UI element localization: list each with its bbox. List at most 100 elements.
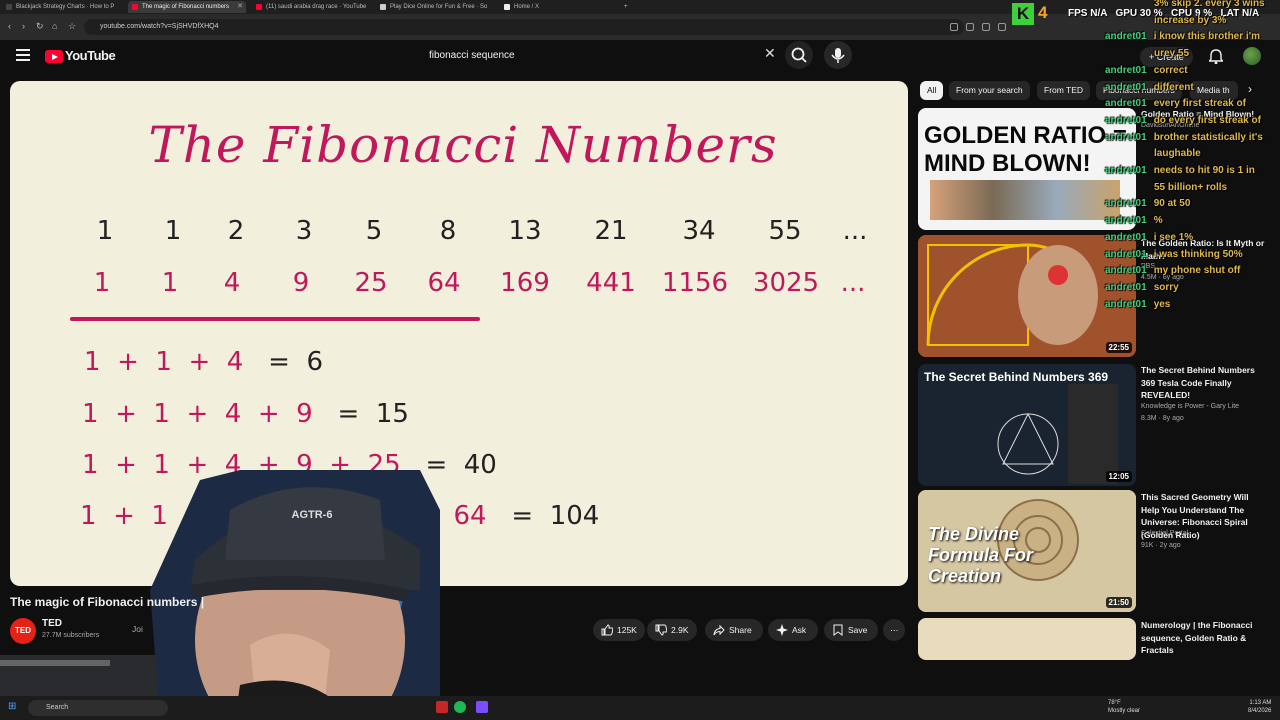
notifications-bell-icon[interactable]	[1209, 48, 1223, 64]
join-button[interactable]: Joi	[132, 624, 143, 634]
taskbar-search[interactable]: Search	[28, 700, 168, 716]
fib-number: 21	[594, 216, 628, 246]
k-number: 4	[1038, 3, 1048, 22]
weather-desc: Mostly clear	[1108, 708, 1141, 714]
forward-icon[interactable]: ›	[22, 21, 25, 31]
equals-sign: =	[243, 347, 307, 377]
related-channel-4[interactable]: Celestial Portal	[1141, 530, 1188, 537]
tab-label: The magic of Fibonacci numbers	[142, 4, 230, 10]
save-button[interactable]: Save	[824, 619, 878, 641]
youtube-header: YouTube fibonacci sequence ✕ + Create	[0, 40, 1280, 74]
voice-search-button[interactable]	[824, 41, 852, 69]
related-channel-3[interactable]: Knowledge is Power - Gary Lite	[1141, 403, 1239, 410]
related-thumbnail-4[interactable]: The Divine Formula For Creation 21:50	[918, 490, 1136, 612]
related-thumbnail-5[interactable]	[918, 618, 1136, 660]
extension-icon[interactable]	[998, 23, 1006, 31]
fib-number: 1	[96, 216, 114, 246]
new-tab-button[interactable]: +	[622, 1, 634, 13]
start-icon[interactable]: ⊞	[8, 701, 16, 712]
taskbar-clock[interactable]: 1:13 AM 8/4/2026	[1248, 699, 1271, 715]
home-icon[interactable]: ⌂	[52, 21, 57, 31]
sparkle-icon	[776, 624, 788, 636]
fib-number: 1	[164, 216, 182, 246]
search-button[interactable]	[785, 41, 813, 69]
spotify-icon[interactable]	[454, 701, 466, 713]
thumbnail-text: The Divine Formula For Creation	[928, 524, 1034, 586]
plus-sign: +	[169, 399, 225, 429]
golden-spiral-image	[918, 235, 1136, 357]
fps-value: N/A	[1090, 8, 1108, 19]
extension-icon[interactable]	[950, 23, 958, 31]
extension-icon[interactable]	[966, 23, 974, 31]
reload-icon[interactable]: ↻	[36, 21, 44, 32]
microphone-icon	[831, 48, 845, 63]
chip-from-your-search[interactable]: From your search	[949, 81, 1030, 100]
youtube-brand[interactable]: YouTube	[65, 48, 116, 63]
app-icon[interactable]	[476, 701, 488, 713]
chat-username: andret01	[1105, 165, 1147, 176]
underline	[70, 317, 480, 321]
browser-tab-blackjack[interactable]: Blackjack Strategy Charts · How to P	[2, 1, 126, 13]
related-meta-4: 91K · 2y ago	[1141, 542, 1181, 549]
browser-tab-fibonacci[interactable]: The magic of Fibonacci numbers ✕	[128, 1, 246, 13]
tab-favicon-icon	[6, 4, 12, 10]
dislike-count: 2.9K	[671, 625, 689, 635]
chat-username: andret01	[1105, 231, 1147, 243]
chat-message: i see 1%	[1153, 231, 1194, 243]
like-button[interactable]: 125K	[593, 619, 645, 641]
sum-equation: 1 + 1 + 4 = 6	[84, 347, 323, 377]
user-avatar[interactable]	[1243, 47, 1261, 65]
tab-label: (11) saudi arabia drag race · YouTube	[266, 4, 367, 10]
fib-number: 34	[682, 216, 716, 246]
extension-icon[interactable]	[982, 23, 990, 31]
browser-tab-x[interactable]: Home / X	[500, 1, 618, 13]
search-input[interactable]: fibonacci sequence	[420, 45, 760, 67]
channel-name[interactable]: TED	[42, 618, 62, 629]
more-actions-button[interactable]: ⋯	[883, 619, 905, 641]
chip-from-ted[interactable]: From TED	[1037, 81, 1091, 100]
related-title-3[interactable]: The Secret Behind Numbers 369 Tesla Code…	[1141, 364, 1269, 402]
square-number: 25	[354, 268, 388, 298]
share-button[interactable]: Share	[705, 619, 763, 641]
bookmark-icon[interactable]: ☆	[68, 21, 76, 32]
chat-message: sorry	[1153, 281, 1179, 293]
youtube-logo-icon[interactable]	[45, 50, 63, 63]
chevron-right-icon[interactable]: ›	[1248, 82, 1252, 96]
url-input[interactable]: youtube.com/watch?v=SjSHVDfXHQ4	[84, 19, 964, 35]
equation-result: 6	[306, 347, 323, 377]
browser-tab-dice[interactable]: Play Dice Online for Fun & Free · So	[376, 1, 494, 13]
related-thumbnail-3[interactable]: The Secret Behind Numbers 369 12:05	[918, 364, 1136, 486]
channel-avatar[interactable]: TED	[10, 618, 36, 644]
dislike-button[interactable]: 2.9K	[647, 619, 697, 641]
back-icon[interactable]: ‹	[8, 21, 11, 31]
browser-tab-drag-race[interactable]: (11) saudi arabia drag race · YouTube	[252, 1, 370, 13]
related-title-5[interactable]: Numerology | the Fibonacci sequence, Gol…	[1141, 619, 1269, 657]
ask-button[interactable]: Ask	[768, 619, 818, 641]
duration-badge: 21:50	[1105, 597, 1132, 608]
chat-message: correct	[1153, 64, 1188, 76]
app-icon[interactable]	[436, 701, 448, 713]
hamburger-menu-icon[interactable]	[16, 49, 30, 61]
square-number: ...	[840, 268, 866, 298]
chat-message: 90 at 50	[1153, 198, 1191, 210]
related-thumbnail-2[interactable]: 22:55	[918, 235, 1136, 357]
close-tab-icon[interactable]: ✕	[237, 1, 243, 13]
chat-line: 55 billion+ rolls	[1154, 181, 1228, 193]
url-text: youtube.com/watch?v=SjSHVDfXHQ4	[100, 23, 219, 30]
related-thumbnail-1[interactable]: GOLDEN RATIO = MIND BLOWN!	[918, 108, 1136, 230]
weather-widget[interactable]: 78°F Mostly clear	[1108, 699, 1140, 715]
clear-search-icon[interactable]: ✕	[764, 45, 776, 62]
chat-line: increase by 3%	[1154, 14, 1227, 26]
chat-line: andret01 yes	[1105, 299, 1170, 310]
square-number: 3025	[752, 268, 820, 298]
chat-message: needs to hit 90 is 1 in	[1153, 165, 1255, 176]
square-number: 1	[93, 268, 111, 298]
duration-badge: 22:55	[1105, 342, 1132, 353]
video-slide-title: The Fibonacci Numbers	[148, 116, 778, 174]
save-label: Save	[848, 625, 868, 635]
chip-all[interactable]: All	[920, 81, 944, 100]
chat-message: i know this brother i'm	[1153, 31, 1260, 43]
chat-username: andret01	[1105, 248, 1147, 260]
equals-sign: =	[312, 399, 376, 429]
chat-username: andret01	[1105, 215, 1147, 227]
